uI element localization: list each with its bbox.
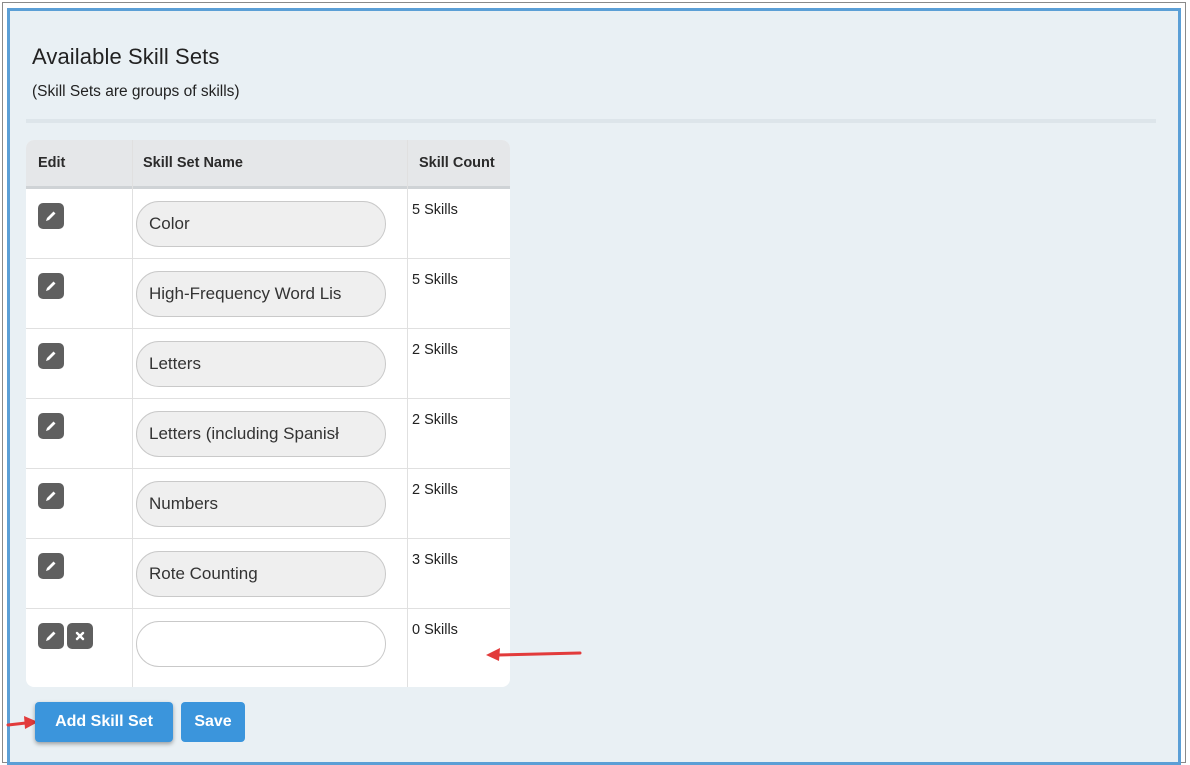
skill-count: 3 Skills bbox=[412, 552, 458, 568]
add-skill-set-button[interactable]: Add Skill Set bbox=[35, 702, 173, 742]
edit-button[interactable] bbox=[38, 273, 64, 299]
arrow-icon bbox=[486, 648, 582, 661]
table-row: 5 Skills bbox=[26, 259, 510, 329]
delete-button[interactable] bbox=[67, 623, 93, 649]
skill-count: 2 Skills bbox=[412, 412, 458, 428]
page-subtitle: (Skill Sets are groups of skills) bbox=[32, 83, 240, 100]
pencil-icon bbox=[46, 631, 56, 641]
skill-set-name-input[interactable] bbox=[136, 201, 386, 247]
skill-count: 5 Skills bbox=[412, 202, 458, 218]
edit-button[interactable] bbox=[38, 413, 64, 439]
table-row: 2 Skills bbox=[26, 469, 510, 539]
skill-set-name-input[interactable] bbox=[136, 341, 386, 387]
edit-button[interactable] bbox=[38, 483, 64, 509]
table-row: 3 Skills bbox=[26, 539, 510, 609]
edit-button[interactable] bbox=[38, 553, 64, 579]
column-divider bbox=[132, 140, 133, 687]
skill-set-name-input[interactable] bbox=[136, 271, 386, 317]
edit-button[interactable] bbox=[38, 343, 64, 369]
column-header-name: Skill Set Name bbox=[143, 155, 243, 171]
table-row: 2 Skills bbox=[26, 329, 510, 399]
table-row: 2 Skills bbox=[26, 399, 510, 469]
page-title: Available Skill Sets bbox=[32, 44, 220, 69]
column-divider bbox=[407, 140, 408, 687]
pencil-icon bbox=[46, 421, 56, 431]
table-row-new: 0 Skills bbox=[26, 609, 510, 687]
pencil-icon bbox=[46, 351, 56, 361]
skill-sets-table: Edit Skill Set Name Skill Count 5 Skills… bbox=[26, 140, 510, 687]
edit-button[interactable] bbox=[38, 623, 64, 649]
pencil-icon bbox=[46, 561, 56, 571]
skill-set-name-input[interactable] bbox=[136, 481, 386, 527]
table-header: Edit Skill Set Name Skill Count bbox=[26, 140, 510, 189]
divider bbox=[26, 119, 1156, 123]
skill-set-name-input[interactable] bbox=[136, 621, 386, 667]
pencil-icon bbox=[46, 491, 56, 501]
pencil-icon bbox=[46, 211, 56, 221]
pencil-icon bbox=[46, 281, 56, 291]
skill-count: 2 Skills bbox=[412, 342, 458, 358]
edit-button[interactable] bbox=[38, 203, 64, 229]
save-button[interactable]: Save bbox=[181, 702, 245, 742]
column-header-count: Skill Count bbox=[419, 155, 495, 171]
close-icon bbox=[75, 631, 85, 641]
skill-count: 0 Skills bbox=[412, 622, 458, 638]
table-row: 5 Skills bbox=[26, 189, 510, 259]
skill-count: 2 Skills bbox=[412, 482, 458, 498]
skill-set-name-input[interactable] bbox=[136, 411, 386, 457]
skill-set-name-input[interactable] bbox=[136, 551, 386, 597]
skill-count: 5 Skills bbox=[412, 272, 458, 288]
column-header-edit: Edit bbox=[38, 155, 66, 171]
